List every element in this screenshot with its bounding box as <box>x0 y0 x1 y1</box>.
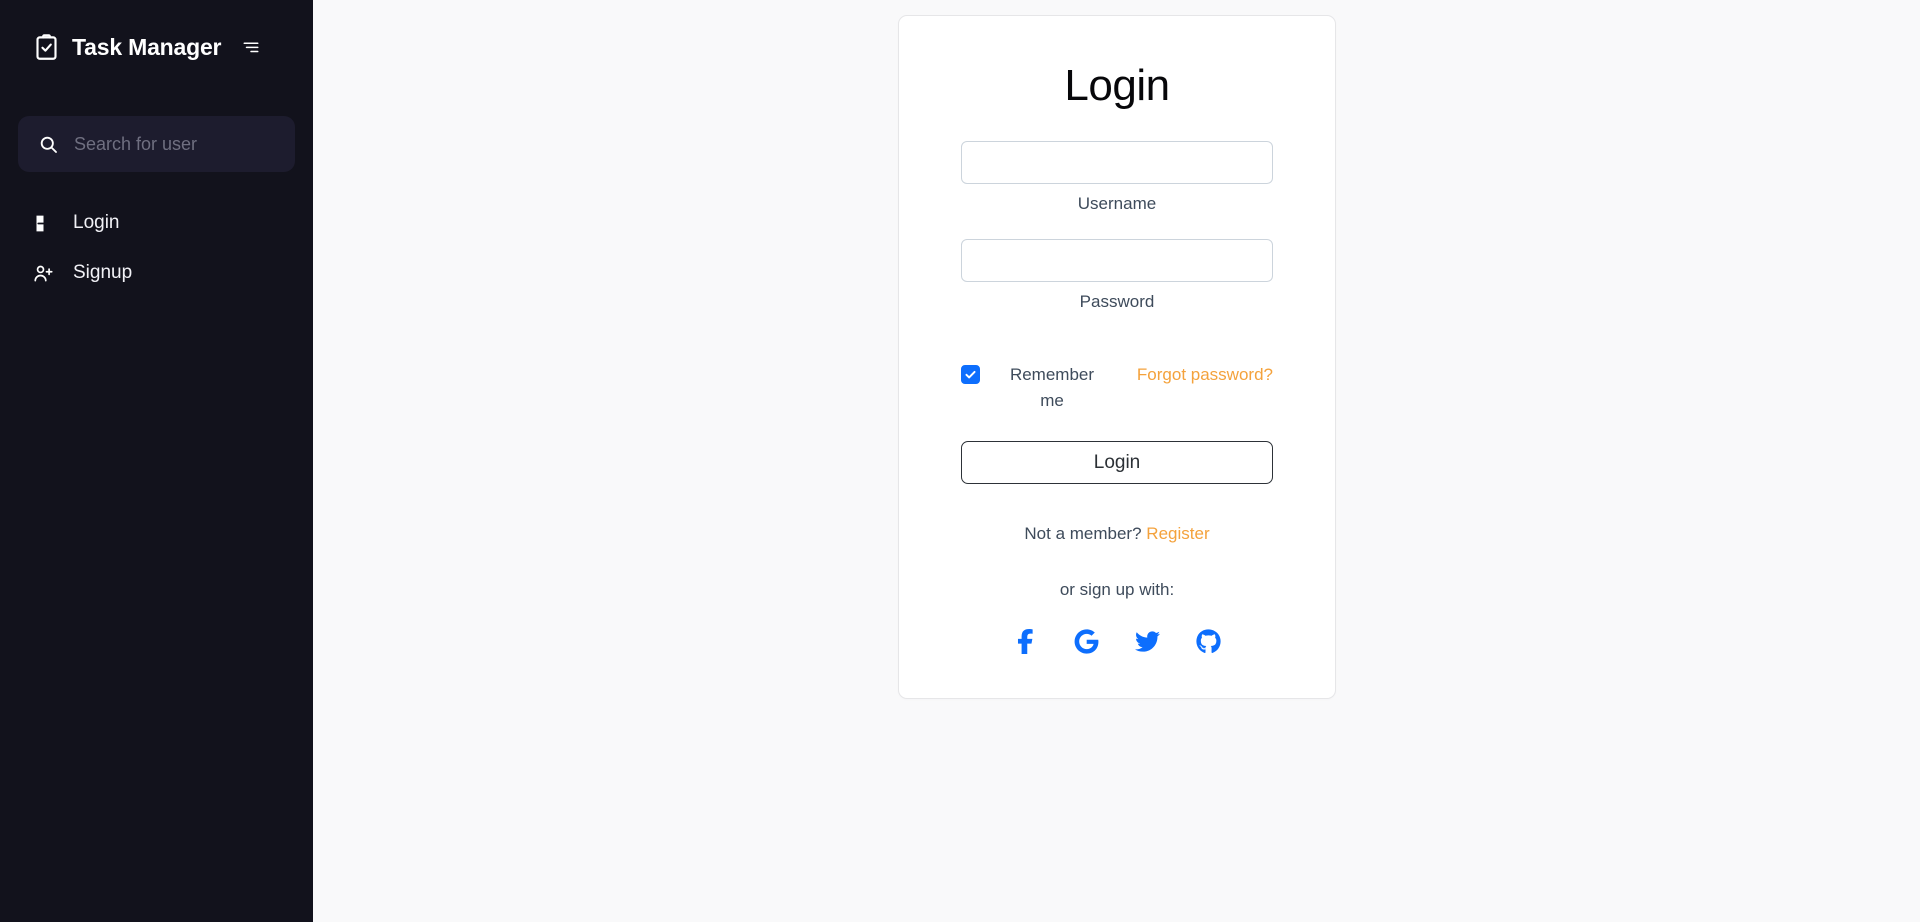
main-content: Login Username Password Remember me Forg… <box>313 0 1920 922</box>
forgot-password-link[interactable]: Forgot password? <box>1137 362 1273 388</box>
social-login-row <box>961 628 1273 654</box>
password-field-group: Password <box>961 239 1273 313</box>
google-icon[interactable] <box>1074 629 1099 654</box>
password-input[interactable] <box>961 239 1273 283</box>
username-field-group: Username <box>961 141 1273 215</box>
remember-me-label[interactable]: Remember me <box>998 362 1106 415</box>
sidebar-nav: Login Signup <box>0 198 313 298</box>
search-bar[interactable] <box>18 116 306 172</box>
social-heading: or sign up with: <box>1059 579 1175 599</box>
member-prompt-text: Not a member? <box>1024 524 1142 544</box>
member-prompt: Not a member? Register <box>961 521 1273 547</box>
brand-title: Task Manager <box>72 33 222 60</box>
facebook-icon[interactable] <box>1013 628 1038 654</box>
remember-me-checkbox[interactable] <box>961 364 980 384</box>
hamburger-menu-icon[interactable] <box>242 38 260 56</box>
page-title: Login <box>1064 61 1170 110</box>
sidebar-item-label: Login <box>73 212 120 233</box>
options-row: Remember me Forgot password? <box>961 362 1273 415</box>
clipboard-check-icon <box>33 33 60 61</box>
sidebar-item-label: Signup <box>73 262 133 283</box>
register-link[interactable]: Register <box>1146 524 1209 543</box>
username-input[interactable] <box>961 141 1273 185</box>
search-input[interactable] <box>74 133 306 155</box>
login-card: Login Username Password Remember me Forg… <box>898 15 1336 699</box>
login-submit-button[interactable]: Login <box>961 441 1273 485</box>
sidebar-item-login[interactable]: Login <box>0 198 313 248</box>
remember-me-group: Remember me <box>961 362 1106 415</box>
user-plus-icon <box>33 263 54 284</box>
sidebar-item-signup[interactable]: Signup <box>0 248 313 298</box>
sign-in-icon <box>33 213 54 234</box>
username-label: Username <box>1077 194 1157 214</box>
password-label: Password <box>1079 292 1155 312</box>
github-icon[interactable] <box>1196 629 1221 654</box>
twitter-icon[interactable] <box>1135 629 1160 654</box>
brand-header: Task Manager <box>0 0 313 70</box>
sidebar: Task Manager Search for user Login Signu… <box>0 0 313 922</box>
search-icon <box>38 134 59 155</box>
